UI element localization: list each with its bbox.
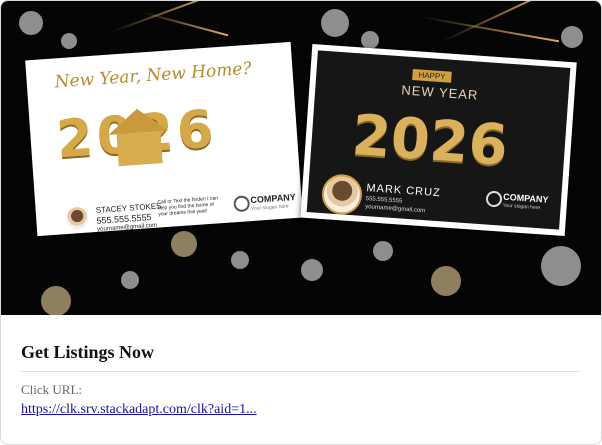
bokeh-light bbox=[373, 241, 393, 261]
firework-spark bbox=[140, 11, 229, 37]
click-url-link[interactable]: https://clk.srv.stackadapt.com/clk?aid=1… bbox=[21, 402, 581, 418]
ad-creative-image[interactable]: New Year, New Home? 2026 STACEY STOKES 5… bbox=[1, 1, 601, 315]
bokeh-light bbox=[171, 231, 197, 257]
agent-email: yourname@gmail.com bbox=[364, 204, 426, 215]
postcard-right: HAPPY NEW YEAR 2026 MARK CRUZ 555.555.55… bbox=[300, 43, 577, 237]
bokeh-light bbox=[61, 33, 77, 49]
bokeh-light bbox=[361, 31, 379, 49]
company-logo-icon bbox=[233, 195, 251, 213]
agent-photo bbox=[65, 206, 90, 230]
postcard-left: New Year, New Home? 2026 STACEY STOKES 5… bbox=[25, 41, 303, 237]
ad-title: Get Listings Now bbox=[21, 342, 155, 362]
headline: NEW YEAR bbox=[400, 82, 479, 103]
bokeh-light bbox=[41, 286, 71, 315]
happy-badge: HAPPY bbox=[412, 69, 452, 83]
bokeh-light bbox=[321, 9, 349, 37]
bokeh-light bbox=[231, 251, 249, 269]
company-tagline: Your slogan here bbox=[502, 202, 541, 212]
ad-preview-card: New Year, New Home? 2026 STACEY STOKES 5… bbox=[0, 0, 602, 445]
bokeh-light bbox=[301, 259, 323, 281]
cta-text: Call or Text the finder! I can help you … bbox=[157, 195, 219, 218]
agent-photo bbox=[320, 173, 364, 216]
bokeh-light bbox=[541, 246, 581, 286]
divider bbox=[21, 371, 581, 372]
company-logo-icon bbox=[485, 190, 503, 208]
year-graphic: 2026 bbox=[349, 103, 510, 179]
company-tagline: Your slogan here bbox=[250, 203, 289, 213]
house-body bbox=[116, 131, 163, 167]
company-name: COMPANY bbox=[250, 191, 297, 206]
tagline: New Year, New Home? bbox=[54, 58, 253, 93]
click-url-label: Click URL: bbox=[21, 382, 83, 397]
bokeh-light bbox=[561, 26, 583, 48]
bokeh-light bbox=[121, 271, 139, 289]
agent-phone: 555.555.5555 bbox=[365, 196, 403, 205]
ad-details: Get Listings Now Click URL: https://clk.… bbox=[21, 327, 581, 418]
bokeh-light bbox=[19, 11, 43, 35]
bokeh-light bbox=[431, 266, 461, 296]
